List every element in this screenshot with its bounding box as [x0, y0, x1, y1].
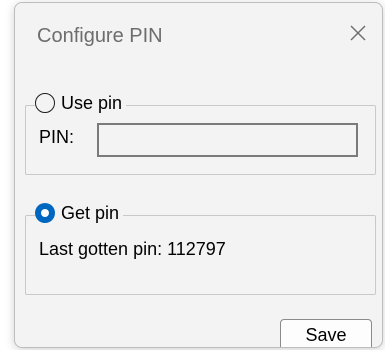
pin-input[interactable] — [97, 123, 358, 157]
get-pin-radio[interactable]: Get pin — [35, 199, 124, 227]
use-pin-label: Use pin — [61, 92, 123, 113]
last-gotten-pin-text: Last gotten pin: 112797 — [39, 239, 226, 259]
save-button[interactable]: Save — [280, 319, 372, 347]
use-pin-radio[interactable]: Use pin — [35, 89, 127, 117]
get-pin-label: Get pin — [61, 202, 120, 223]
configure-pin-dialog: Configure PIN Use pin PIN: Get pin Last … — [14, 2, 383, 348]
pin-field-label: PIN: — [39, 127, 75, 147]
use-pin-radio-circle[interactable] — [35, 93, 55, 113]
title-bar[interactable]: Configure PIN — [15, 3, 382, 67]
close-icon[interactable] — [346, 21, 370, 45]
get-pin-radio-circle[interactable] — [35, 203, 55, 223]
dialog-title: Configure PIN — [37, 25, 163, 47]
